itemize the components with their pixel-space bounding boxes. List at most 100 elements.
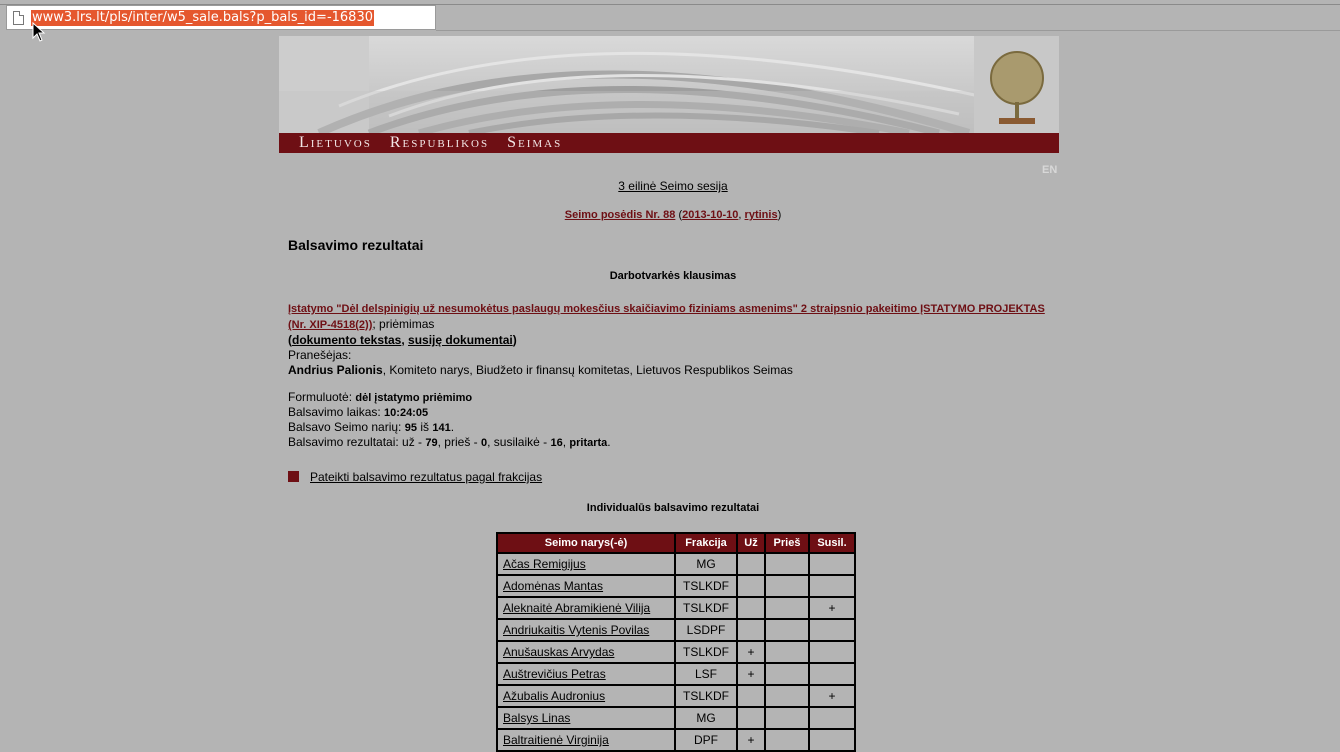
faction-cell: TSLKDF bbox=[676, 686, 736, 706]
toolbar-divider bbox=[436, 30, 1340, 31]
speaker-role: , Komiteto narys, Biudžeto ir finansų ko… bbox=[382, 363, 793, 377]
table-row: Adomėnas Mantas TSLKDF bbox=[498, 576, 854, 596]
vote-time-label: Balsavimo laikas: bbox=[288, 405, 385, 419]
voted-label: Balsavo Seimo narių: bbox=[288, 420, 405, 434]
individual-votes-table: Seimo narys(-ė) Frakcija Už Prieš Susil.… bbox=[496, 532, 856, 752]
vote-abstain-cell bbox=[810, 664, 854, 684]
formulation-line: Formuluotė: dėl įstatymo priėmimo bbox=[288, 390, 472, 404]
vote-for-cell bbox=[738, 686, 764, 706]
formulation-value: dėl įstatymo priėmimo bbox=[355, 392, 473, 404]
table-row: Andriukaitis Vytenis Povilas LSDPF bbox=[498, 620, 854, 640]
vote-abstain-cell bbox=[810, 620, 854, 640]
against-label: , prieš - bbox=[437, 435, 481, 449]
faction-cell: LSF bbox=[676, 664, 736, 684]
member-name-link[interactable]: Aleknaitė Abramikienė Vilija bbox=[503, 601, 650, 615]
col-for[interactable]: Už bbox=[738, 534, 764, 552]
table-row: Ačas Remigijus MG bbox=[498, 554, 854, 574]
sort-member-link[interactable]: Seimo narys(-ė) bbox=[545, 537, 628, 549]
faction-cell: TSLKDF bbox=[676, 598, 736, 618]
member-name-link[interactable]: Balsys Linas bbox=[503, 711, 570, 725]
session-line: 3 eilinė Seimo sesija bbox=[288, 179, 1058, 193]
vote-against-cell bbox=[766, 620, 808, 640]
member-cell: Auštrevičius Petras bbox=[498, 664, 674, 684]
speaker-label: Pranešėjas: bbox=[288, 348, 352, 362]
voted-count-line: Balsavo Seimo narių: 95 iš 141. bbox=[288, 420, 454, 434]
sort-for-link[interactable]: Už bbox=[744, 537, 757, 549]
faction-cell: TSLKDF bbox=[676, 642, 736, 662]
vote-against-cell bbox=[766, 554, 808, 574]
col-member[interactable]: Seimo narys(-ė) bbox=[498, 534, 674, 552]
member-name-link[interactable]: Baltraitienė Virginija bbox=[503, 733, 609, 747]
sort-against-link[interactable]: Prieš bbox=[774, 537, 801, 549]
col-against[interactable]: Prieš bbox=[766, 534, 808, 552]
abstain-label: , susilaikė - bbox=[487, 435, 551, 449]
sitting-line: Seimo posėdis Nr. 88 (2013-10-10, rytini… bbox=[288, 209, 1058, 221]
vote-for-cell bbox=[738, 554, 764, 574]
table-row: Ažubalis Audronius TSLKDF + bbox=[498, 686, 854, 706]
faction-cell: TSLKDF bbox=[676, 576, 736, 596]
member-name-link[interactable]: Ažubalis Audronius bbox=[503, 689, 605, 703]
vote-against-cell bbox=[766, 576, 808, 596]
vote-outcome: pritarta bbox=[569, 437, 608, 449]
member-name-link[interactable]: Ačas Remigijus bbox=[503, 557, 586, 571]
member-cell: Andriukaitis Vytenis Povilas bbox=[498, 620, 674, 640]
document-text-link[interactable]: dokumento tekstas bbox=[292, 333, 401, 347]
vote-for-cell: + bbox=[738, 642, 764, 662]
votes-abstain: 16 bbox=[550, 437, 563, 449]
page-title: Balsavimo rezultatai bbox=[288, 237, 424, 253]
member-cell: Ačas Remigijus bbox=[498, 554, 674, 574]
url-text[interactable]: www3.lrs.lt/pls/inter/w5_sale.bals?p_bal… bbox=[31, 10, 374, 26]
member-cell: Balsys Linas bbox=[498, 708, 674, 728]
faction-cell: MG bbox=[676, 554, 736, 574]
table-row: Balsys Linas MG bbox=[498, 708, 854, 728]
sort-abstain-link[interactable]: Susil. bbox=[817, 537, 846, 549]
member-name-link[interactable]: Andriukaitis Vytenis Povilas bbox=[503, 623, 649, 637]
vote-for-cell: + bbox=[738, 664, 764, 684]
member-cell: Aleknaitė Abramikienė Vilija bbox=[498, 598, 674, 618]
project-stage: ; priėmimas bbox=[372, 317, 435, 331]
vote-against-cell bbox=[766, 642, 808, 662]
agenda-heading: Darbotvarkės klausimas bbox=[609, 270, 737, 282]
member-name-link[interactable]: Adomėnas Mantas bbox=[503, 579, 603, 593]
sitting-part-link[interactable]: rytinis bbox=[745, 209, 778, 221]
session-link[interactable]: 3 eilinė Seimo sesija bbox=[618, 179, 727, 193]
vote-for-cell bbox=[738, 576, 764, 596]
vote-against-cell bbox=[766, 730, 808, 750]
individual-results-heading: Individualūs balsavimo rezultatai bbox=[586, 502, 760, 514]
member-name-link[interactable]: Auštrevičius Petras bbox=[503, 667, 606, 681]
votes-for: 79 bbox=[425, 437, 438, 449]
vote-abstain-cell bbox=[810, 554, 854, 574]
member-cell: Anušauskas Arvydas bbox=[498, 642, 674, 662]
col-abstain[interactable]: Susil. bbox=[810, 534, 854, 552]
site-banner: Lietuvos Respublikos Seimas bbox=[279, 36, 1059, 153]
member-name-link[interactable]: Anušauskas Arvydas bbox=[503, 645, 614, 659]
results-end: . bbox=[607, 435, 611, 449]
sitting-close: ) bbox=[777, 209, 782, 221]
col-faction[interactable]: Frakcija bbox=[676, 534, 736, 552]
sort-faction-link[interactable]: Frakcija bbox=[685, 537, 727, 549]
sitting-date-link[interactable]: 2013-10-10 bbox=[682, 209, 738, 221]
related-documents-link[interactable]: susiję dokumentai bbox=[408, 333, 513, 347]
address-bar[interactable]: www3.lrs.lt/pls/inter/w5_sale.bals?p_bal… bbox=[6, 5, 436, 30]
results-line: Balsavimo rezultatai: už - 79, prieš - 0… bbox=[288, 435, 611, 449]
vote-abstain-cell: + bbox=[810, 598, 854, 618]
vote-against-cell bbox=[766, 598, 808, 618]
vote-against-cell bbox=[766, 686, 808, 706]
table-body: Ačas Remigijus MG Adomėnas Mantas TSLKDF Ale… bbox=[498, 554, 854, 750]
vote-abstain-cell bbox=[810, 642, 854, 662]
vote-for-cell: + bbox=[738, 730, 764, 750]
table-row: Auštrevičius Petras LSF + bbox=[498, 664, 854, 684]
table-header-row: Seimo narys(-ė) Frakcija Už Prieš Susil. bbox=[498, 534, 854, 552]
voted-end: . bbox=[450, 420, 455, 434]
vote-abstain-cell: + bbox=[810, 686, 854, 706]
sitting-link[interactable]: Seimo posėdis Nr. 88 bbox=[565, 209, 676, 221]
faction-results-link[interactable]: Pateikti balsavimo rezultatus pagal frak… bbox=[310, 470, 542, 484]
doc-close: ) bbox=[512, 333, 517, 347]
vote-for-cell bbox=[738, 620, 764, 640]
voted-of: iš bbox=[416, 420, 433, 434]
banner-parliament-photo bbox=[279, 36, 1059, 133]
vote-abstain-cell bbox=[810, 708, 854, 728]
language-en-link[interactable]: EN bbox=[1042, 164, 1057, 176]
faction-cell: DPF bbox=[676, 730, 736, 750]
mouse-cursor-icon bbox=[32, 22, 46, 42]
